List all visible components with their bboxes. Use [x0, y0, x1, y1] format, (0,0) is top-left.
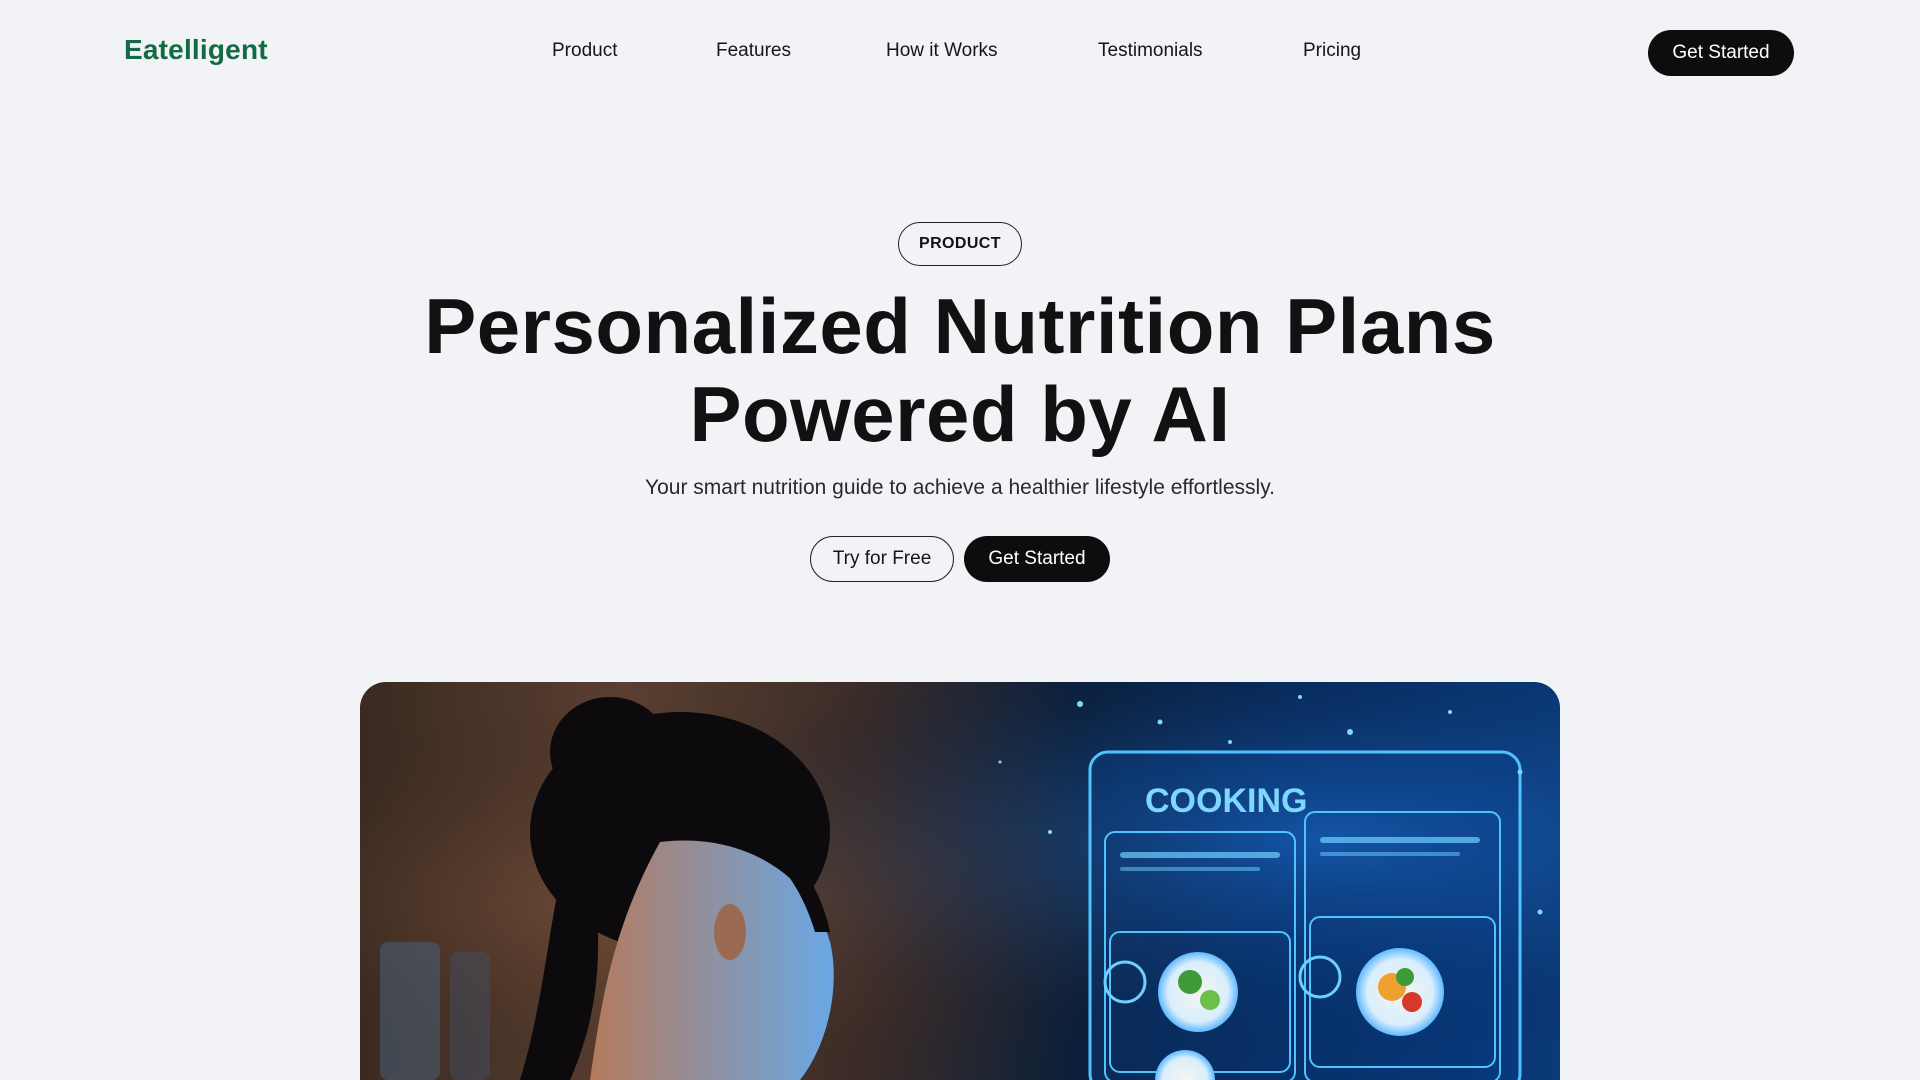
product-badge: PRODUCT: [898, 222, 1022, 266]
nav-item-product[interactable]: Product: [552, 40, 617, 62]
holographic-screen: COOKING: [1088, 750, 1522, 1080]
hero-get-started-button[interactable]: Get Started: [964, 536, 1110, 582]
hero-cta-group: Try for Free Get Started: [0, 536, 1920, 582]
background-lamp: [380, 942, 440, 1080]
hero-title-line-2: Powered by AI: [689, 370, 1231, 458]
food-plate-1: [1158, 952, 1238, 1032]
hero-illustration: COOKING: [360, 682, 1560, 1080]
nav-item-pricing[interactable]: Pricing: [1303, 40, 1361, 62]
screen-heading: COOKING: [1145, 782, 1307, 820]
nav-item-features[interactable]: Features: [716, 40, 791, 62]
nav-item-how-it-works[interactable]: How it Works: [886, 40, 998, 62]
main-nav: Product Features How it Works Testimonia…: [0, 40, 1920, 64]
top-navigation-bar: Eatelligent Product Features How it Work…: [0, 0, 1920, 104]
nav-get-started-button[interactable]: Get Started: [1648, 30, 1794, 76]
try-for-free-button[interactable]: Try for Free: [810, 536, 954, 582]
hero-subtitle: Your smart nutrition guide to achieve a …: [645, 476, 1275, 499]
hero-image: COOKING: [360, 682, 1560, 1080]
nav-item-testimonials[interactable]: Testimonials: [1098, 40, 1203, 62]
person-silhouette: [520, 697, 834, 1080]
hero-title-line-1: Personalized Nutrition Plans: [424, 282, 1496, 370]
hero-title: Personalized Nutrition Plans Powered by …: [0, 282, 1920, 458]
